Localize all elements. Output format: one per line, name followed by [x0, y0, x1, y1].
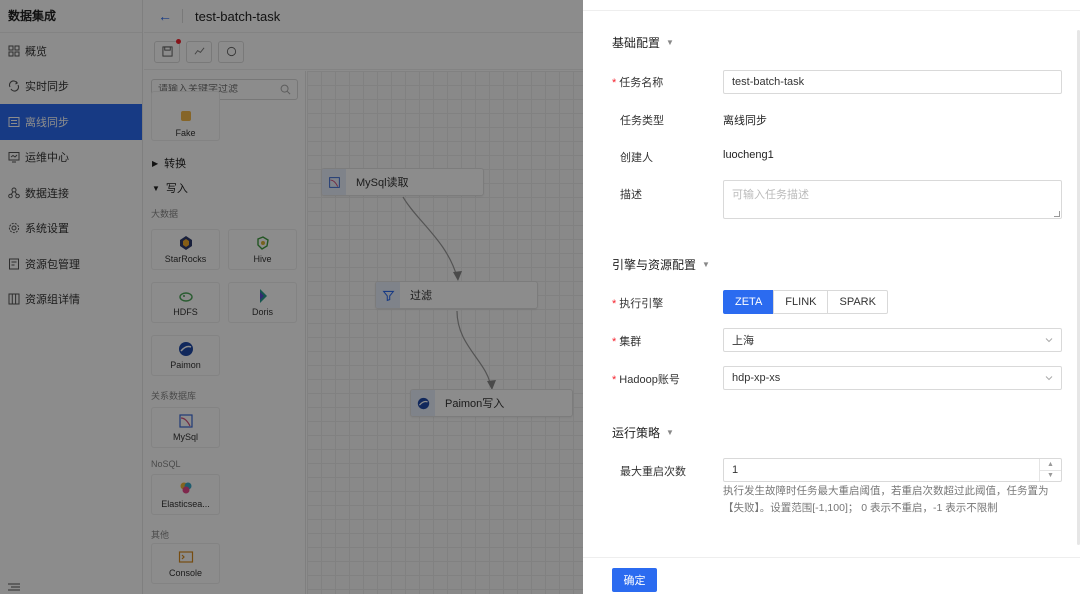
section-title: 引擎与资源配置	[612, 258, 697, 272]
drawer-footer	[583, 557, 1080, 594]
engine-segmented-control: ZETA FLINK SPARK	[723, 290, 888, 314]
cluster-label: * 集群	[612, 333, 641, 349]
max-retry-value: 1	[732, 464, 739, 476]
required-mark: *	[612, 374, 617, 386]
max-retry-help-text: 执行发生故障时任务最大重启阈值，若重启次数超过此阈值，任务置为【失败】。设置范围…	[723, 485, 1049, 514]
drawer-header-divider	[583, 10, 1080, 11]
modal-mask[interactable]	[0, 0, 583, 594]
section-title: 运行策略	[612, 426, 661, 440]
confirm-button[interactable]: 确定	[612, 568, 657, 592]
task-type-label: 任务类型	[620, 115, 664, 127]
engine-option-zeta[interactable]: ZETA	[723, 290, 775, 314]
caret-down-icon: ▼	[702, 260, 710, 269]
chevron-down-icon	[1045, 376, 1053, 381]
label-text: 任务名称	[619, 77, 664, 89]
caret-down-icon: ▼	[666, 38, 674, 47]
task-name-label: * 任务名称	[612, 74, 663, 90]
required-mark: *	[612, 336, 617, 348]
task-type-value: 离线同步	[723, 115, 767, 127]
label-text: 执行引擎	[619, 298, 664, 310]
section-basic-config[interactable]: 基础配置 ▼	[612, 34, 674, 51]
caret-down-icon: ▼	[666, 428, 674, 437]
label-text: Hadoop账号	[619, 374, 680, 386]
section-engine-config[interactable]: 引擎与资源配置 ▼	[612, 256, 710, 273]
task-name-input[interactable]: test-batch-task	[723, 70, 1062, 94]
label-text: 集群	[619, 336, 642, 348]
creator-label: 创建人	[620, 152, 653, 164]
required-mark: *	[612, 298, 617, 310]
chevron-down-icon	[1045, 338, 1053, 343]
engine-option-spark[interactable]: SPARK	[827, 290, 888, 314]
cluster-selected-value: 上海	[732, 335, 754, 347]
task-config-drawer: 基础配置 ▼ * 任务名称 test-batch-task 任务类型 离线同步 创…	[583, 0, 1080, 594]
step-up-icon[interactable]: ▲	[1040, 459, 1061, 471]
engine-option-flink[interactable]: FLINK	[773, 290, 829, 314]
section-run-strategy[interactable]: 运行策略 ▼	[612, 424, 674, 441]
max-retry-input[interactable]: 1 ▲ ▼	[723, 458, 1062, 482]
required-mark: *	[612, 77, 617, 89]
description-label: 描述	[620, 189, 642, 201]
creator-value: luocheng1	[723, 149, 774, 161]
engine-label: * 执行引擎	[612, 295, 663, 311]
number-stepper: ▲ ▼	[1039, 459, 1061, 481]
description-textarea[interactable]: 可输入任务描述	[723, 180, 1062, 219]
hadoop-selected-value: hdp-xp-xs	[732, 372, 781, 384]
section-title: 基础配置	[612, 36, 661, 50]
description-placeholder: 可输入任务描述	[732, 189, 809, 201]
max-retry-label: 最大重启次数	[620, 466, 686, 478]
step-down-icon[interactable]: ▼	[1040, 471, 1061, 482]
hadoop-account-select[interactable]: hdp-xp-xs	[723, 366, 1062, 390]
resize-handle-icon[interactable]	[1054, 211, 1060, 217]
hadoop-account-label: * Hadoop账号	[612, 371, 680, 387]
cluster-select[interactable]: 上海	[723, 328, 1062, 352]
